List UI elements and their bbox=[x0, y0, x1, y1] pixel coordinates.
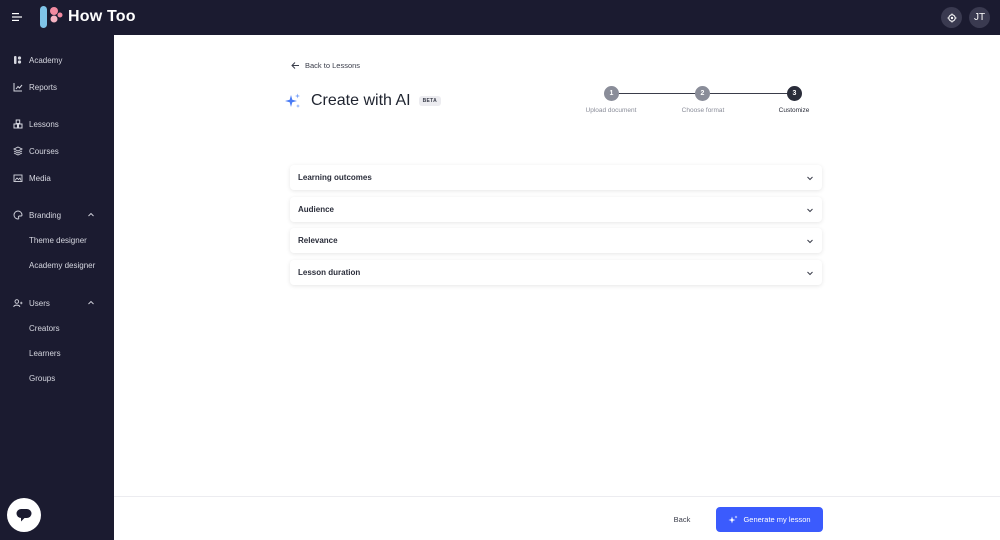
accordion-learning-outcomes[interactable]: Learning outcomes bbox=[290, 165, 822, 190]
layers-icon bbox=[13, 146, 23, 156]
footer-bar bbox=[114, 496, 1000, 540]
stepper-connector bbox=[710, 93, 794, 94]
sidebar-item-academy[interactable]: Academy bbox=[0, 50, 114, 70]
arrow-left-icon bbox=[291, 62, 299, 69]
sidebar-item-academy-designer[interactable]: Academy designer bbox=[0, 255, 114, 275]
chevron-up-icon[interactable] bbox=[87, 299, 95, 307]
how-too-logo-icon[interactable] bbox=[39, 5, 63, 29]
sidebar-item-label: Creators bbox=[29, 323, 60, 333]
sidebar-item-label: Branding bbox=[29, 210, 62, 220]
gear-icon bbox=[947, 13, 956, 22]
users-icon bbox=[13, 299, 23, 308]
sparkle-icon bbox=[728, 515, 738, 523]
generate-lesson-button[interactable]: Generate my lesson bbox=[716, 507, 823, 532]
sidebar: Academy Reports Lessons Courses Media Br… bbox=[0, 35, 114, 540]
back-link-label: Back to Lessons bbox=[305, 61, 361, 70]
academy-icon bbox=[14, 56, 22, 64]
lessons-icon bbox=[13, 119, 23, 129]
page-title: Create with AI bbox=[311, 92, 411, 109]
step-1-indicator[interactable]: 1 bbox=[604, 86, 619, 101]
collapse-menu-icon[interactable] bbox=[12, 12, 22, 22]
sidebar-item-label: Academy bbox=[29, 55, 63, 65]
sidebar-item-reports[interactable]: Reports bbox=[0, 77, 114, 97]
sidebar-item-label: Academy designer bbox=[29, 260, 96, 270]
sidebar-item-label: Theme designer bbox=[29, 235, 87, 245]
sidebar-item-lessons[interactable]: Lessons bbox=[0, 114, 114, 134]
sidebar-item-courses[interactable]: Courses bbox=[0, 141, 114, 161]
sidebar-item-learners[interactable]: Learners bbox=[0, 343, 114, 363]
sidebar-item-label: Users bbox=[29, 298, 50, 308]
accordion-relevance[interactable]: Relevance bbox=[290, 228, 822, 253]
chart-icon bbox=[13, 83, 23, 92]
step-3-label: Customize bbox=[778, 107, 810, 114]
chat-bubble-icon bbox=[16, 509, 32, 522]
step-3-indicator[interactable]: 3 bbox=[787, 86, 802, 101]
sidebar-item-label: Media bbox=[29, 173, 51, 183]
brand-name: How Too bbox=[68, 8, 136, 25]
back-button[interactable]: Back bbox=[664, 511, 700, 527]
generate-button-label: Generate my lesson bbox=[743, 515, 811, 524]
accordion-label: Relevance bbox=[298, 236, 338, 245]
sidebar-item-label: Reports bbox=[29, 82, 58, 92]
chevron-down-icon bbox=[807, 271, 813, 275]
sparkle-icon bbox=[285, 93, 300, 108]
image-icon bbox=[13, 174, 23, 182]
sidebar-item-theme-designer[interactable]: Theme designer bbox=[0, 230, 114, 250]
chevron-down-icon bbox=[807, 176, 813, 180]
sidebar-item-label: Courses bbox=[29, 146, 59, 156]
chevron-down-icon bbox=[807, 208, 813, 212]
chat-support-button[interactable] bbox=[7, 498, 41, 532]
sidebar-item-media[interactable]: Media bbox=[0, 168, 114, 188]
accordion-label: Audience bbox=[298, 205, 335, 214]
user-avatar[interactable]: JT bbox=[969, 7, 990, 28]
sidebar-item-label: Learners bbox=[29, 348, 61, 358]
accordion-lesson-duration[interactable]: Lesson duration bbox=[290, 260, 822, 285]
step-2-label: Choose format bbox=[681, 107, 725, 114]
main-content bbox=[114, 35, 1000, 540]
sidebar-item-creators[interactable]: Creators bbox=[0, 318, 114, 338]
sidebar-item-groups[interactable]: Groups bbox=[0, 368, 114, 388]
back-to-lessons-link[interactable]: Back to Lessons bbox=[291, 61, 360, 70]
sidebar-item-users[interactable]: Users bbox=[0, 293, 114, 313]
sidebar-item-branding[interactable]: Branding bbox=[0, 205, 114, 225]
step-1-label: Upload document bbox=[585, 107, 637, 114]
step-2-indicator[interactable]: 2 bbox=[695, 86, 710, 101]
top-bar: How Too JT bbox=[0, 0, 1000, 35]
chevron-up-icon[interactable] bbox=[87, 211, 95, 219]
palette-icon bbox=[13, 210, 23, 220]
accordion-label: Learning outcomes bbox=[298, 173, 372, 182]
sidebar-item-label: Groups bbox=[29, 373, 56, 383]
stepper-connector bbox=[619, 93, 702, 94]
beta-badge: BETA bbox=[418, 96, 442, 106]
settings-button[interactable] bbox=[941, 7, 962, 28]
page-header: Create with AI BETA bbox=[284, 92, 442, 110]
chevron-down-icon bbox=[807, 239, 813, 243]
accordion-label: Lesson duration bbox=[298, 268, 361, 277]
accordion-audience[interactable]: Audience bbox=[290, 197, 822, 222]
sidebar-item-label: Lessons bbox=[29, 119, 59, 129]
